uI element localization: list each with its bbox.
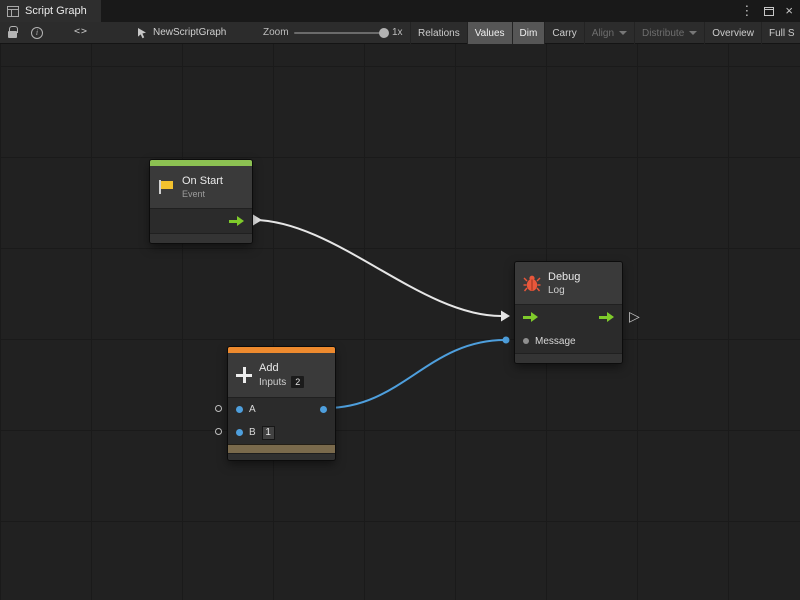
input-port-a[interactable]	[236, 406, 243, 413]
trigger-input-port[interactable]	[523, 312, 538, 323]
tab-title: Script Graph	[25, 5, 87, 17]
inputs-count-badge[interactable]: 2	[291, 376, 304, 388]
zoom-label: Zoom	[263, 22, 289, 44]
node-header[interactable]: Add Inputs 2	[228, 353, 335, 397]
window-controls: ⋮ ×	[740, 0, 793, 22]
graph-name-breadcrumb[interactable]: NewScriptGraph	[153, 22, 226, 44]
node-on-start[interactable]: On Start Event	[150, 160, 252, 243]
node-debug-log[interactable]: Debug Log Message	[515, 262, 622, 363]
toolbar-button-carry[interactable]: Carry	[544, 22, 583, 44]
zoom-slider[interactable]	[294, 32, 386, 34]
window-tab-bar: Script Graph ⋮ ×	[0, 0, 800, 22]
port-label: B	[249, 427, 256, 438]
node-title: Add	[259, 362, 304, 374]
node-header[interactable]: Debug Log	[515, 262, 622, 304]
menu-icon[interactable]: ⋮	[740, 0, 753, 22]
toolbar-button-dim[interactable]: Dim	[512, 22, 545, 44]
graph-window-icon	[7, 6, 19, 17]
port-label: Message	[535, 336, 576, 347]
toolbar-button-relations[interactable]: Relations	[410, 22, 467, 44]
button-label: Carry	[552, 28, 576, 39]
code-icon[interactable]: <>	[74, 26, 88, 37]
bug-icon	[523, 275, 541, 292]
wire-end-dot	[503, 337, 510, 344]
button-label: Dim	[520, 28, 538, 39]
maximize-icon[interactable]	[764, 7, 774, 16]
value-preview-dot	[215, 428, 222, 435]
trigger-output-port[interactable]	[599, 312, 614, 323]
input-port-b[interactable]	[236, 429, 243, 436]
button-label: Distribute	[642, 28, 684, 39]
button-label: Relations	[418, 28, 460, 39]
button-label: Overview	[712, 28, 754, 39]
info-icon[interactable]: i	[31, 27, 43, 39]
wires-layer	[0, 44, 800, 600]
graph-canvas[interactable]: On Start Event	[0, 44, 800, 600]
port-b-value-field[interactable]: 1	[262, 426, 275, 440]
node-footer	[228, 453, 335, 460]
tab-script-graph[interactable]: Script Graph	[0, 0, 101, 22]
wire-control-flow[interactable]	[253, 220, 501, 316]
zoom-slider-handle[interactable]	[379, 28, 389, 38]
message-input-port[interactable]	[523, 338, 529, 344]
script-graph-window: Script Graph ⋮ × i <> NewScriptGraph Zoo…	[0, 0, 800, 600]
toolbar-button-values[interactable]: Values	[467, 22, 512, 44]
port-label: A	[249, 404, 256, 415]
node-footer-accent	[228, 444, 335, 453]
dropdown-arrow-icon	[619, 31, 627, 35]
wire-value[interactable]	[326, 340, 505, 408]
trigger-output-port[interactable]	[229, 216, 244, 227]
dropdown-arrow-icon	[689, 31, 697, 35]
value-preview-dot	[215, 405, 222, 412]
wire-start-arrow	[253, 215, 262, 226]
button-label: Align	[592, 28, 614, 39]
graph-asset-icon	[136, 27, 148, 39]
button-label: Full S	[769, 28, 795, 39]
plus-icon	[236, 367, 252, 383]
toolbar-buttons: Relations Values Dim Carry Align Distrib…	[410, 22, 800, 44]
node-title: Debug	[548, 271, 580, 283]
toolbar-button-fullscreen[interactable]: Full S	[761, 22, 800, 44]
result-output-port[interactable]	[320, 406, 327, 413]
toolbar-button-overview[interactable]: Overview	[704, 22, 761, 44]
node-subtitle: Inputs	[259, 377, 286, 388]
node-ports	[150, 208, 252, 233]
node-ports: Message	[515, 304, 622, 353]
node-ports: A B 1	[228, 397, 335, 444]
run-triangle-icon[interactable]: ▷	[629, 309, 640, 323]
node-footer	[150, 233, 252, 243]
toolbar-button-distribute[interactable]: Distribute	[634, 22, 704, 44]
wire-end-arrow	[501, 311, 510, 322]
node-add[interactable]: Add Inputs 2 A B 1	[228, 347, 335, 460]
graph-toolbar: i <> NewScriptGraph Zoom 1x Relations Va…	[0, 22, 800, 44]
flag-icon	[158, 179, 175, 195]
node-header[interactable]: On Start Event	[150, 166, 252, 208]
close-icon[interactable]: ×	[785, 0, 793, 22]
lock-icon[interactable]	[8, 31, 17, 38]
zoom-value: 1x	[392, 22, 403, 44]
toolbar-button-align[interactable]: Align	[584, 22, 634, 44]
button-label: Values	[475, 28, 505, 39]
node-footer	[515, 353, 622, 363]
node-subtitle: Log	[548, 285, 580, 296]
node-subtitle: Event	[182, 189, 223, 199]
node-title: On Start	[182, 175, 223, 187]
